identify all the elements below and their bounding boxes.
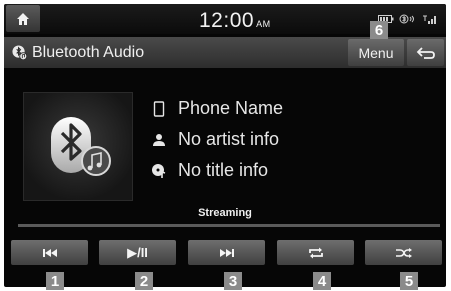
callout-6: 6 <box>370 21 388 39</box>
song-title: No title info <box>178 160 269 180</box>
album-art <box>23 92 133 201</box>
play-pause-button[interactable]: ▶/II <box>99 240 176 265</box>
home-icon <box>17 12 29 25</box>
callout-5: 5 <box>400 272 418 290</box>
previous-button[interactable] <box>11 240 88 265</box>
bluetooth-signal-icon <box>399 14 417 26</box>
playback-status: Streaming <box>198 207 252 219</box>
device-name: Phone Name <box>178 98 284 118</box>
callout-1: 1 <box>46 272 64 290</box>
shuffle-icon <box>395 247 412 258</box>
artist-name: No artist info <box>178 129 280 149</box>
repeat-icon <box>308 247 323 258</box>
previous-track-icon <box>42 248 57 257</box>
artist-row: No artist info <box>150 129 279 150</box>
device-row: Phone Name <box>150 98 283 119</box>
next-track-icon <box>219 248 234 257</box>
artist-icon <box>150 131 168 149</box>
phone-icon <box>150 100 168 118</box>
cellular-signal-icon <box>422 15 438 26</box>
bluetooth-music-icon <box>51 117 111 176</box>
title-row: No title info <box>150 160 268 181</box>
play-pause-icon: ▶/II <box>127 244 148 260</box>
repeat-button[interactable] <box>277 240 354 265</box>
clock: 12:00 AM <box>199 9 271 33</box>
page-title: Bluetooth Audio <box>32 44 145 61</box>
callout-3: 3 <box>224 272 242 290</box>
head-unit-screen: 12:00 AM Bluetooth Audio Menu Phone Name… <box>4 4 446 287</box>
progress-bar <box>18 224 440 227</box>
back-button[interactable] <box>407 39 444 66</box>
menu-button[interactable]: Menu <box>348 39 404 66</box>
next-button[interactable] <box>188 240 265 265</box>
song-title-icon <box>150 162 168 180</box>
callout-4: 4 <box>313 272 331 290</box>
home-button[interactable] <box>6 5 40 32</box>
clock-ampm: AM <box>256 19 271 29</box>
callout-2: 2 <box>135 272 153 290</box>
title-bar: Bluetooth Audio Menu <box>4 37 446 68</box>
bluetooth-audio-icon <box>12 45 27 60</box>
shuffle-button[interactable] <box>365 240 442 265</box>
back-arrow-icon <box>416 46 435 59</box>
clock-time: 12:00 <box>199 9 255 32</box>
